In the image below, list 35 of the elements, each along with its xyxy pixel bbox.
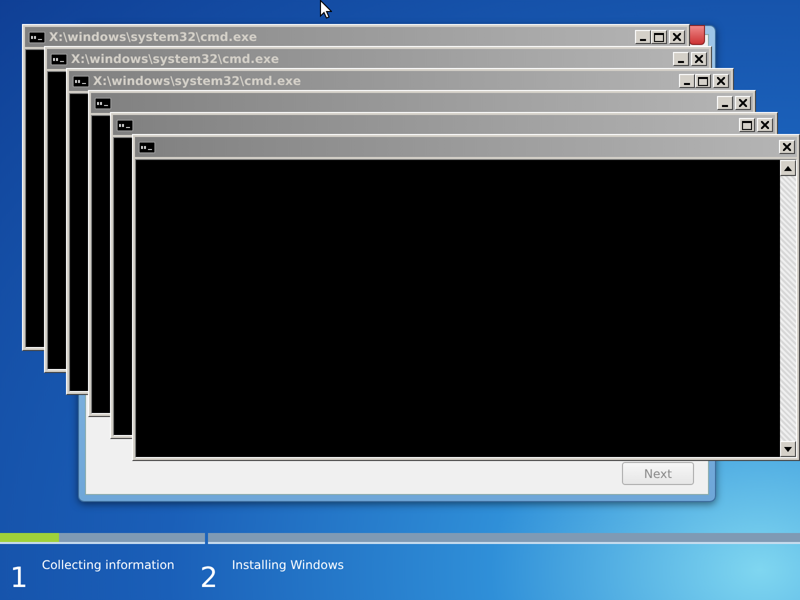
console-icon — [29, 32, 45, 42]
close-icon — [761, 121, 769, 129]
step-number: 2 — [200, 564, 218, 592]
console-icon — [139, 142, 155, 152]
close-icon — [673, 33, 681, 41]
maximize-icon — [654, 32, 664, 42]
scroll-down-button[interactable] — [780, 441, 796, 457]
window-title: X:\windows\system32\cmd.exe — [71, 52, 280, 66]
scrollbar[interactable] — [780, 160, 796, 457]
console-icon — [51, 54, 67, 64]
scroll-up-button[interactable] — [780, 160, 796, 176]
window-title: X:\windows\system32\cmd.exe — [49, 30, 258, 44]
console-icon — [95, 98, 111, 108]
maximize-button[interactable] — [651, 30, 667, 44]
minimize-button[interactable] — [717, 96, 733, 110]
window-title: X:\windows\system32\cmd.exe — [93, 74, 302, 88]
down-arrow-icon — [784, 446, 792, 452]
minimize-button[interactable] — [635, 30, 651, 44]
close-icon — [695, 55, 703, 63]
minimize-button[interactable] — [673, 52, 689, 66]
maximize-button[interactable] — [695, 74, 711, 88]
up-arrow-icon — [784, 166, 792, 170]
minimize-button[interactable] — [679, 74, 695, 88]
console-icon — [73, 76, 89, 86]
console-icon — [117, 120, 133, 130]
step-number: 1 — [10, 564, 28, 592]
close-icon — [717, 77, 725, 85]
maximize-icon — [698, 76, 708, 86]
close-icon — [739, 99, 747, 107]
maximize-icon — [742, 120, 752, 130]
step-label: Installing Windows — [232, 558, 344, 572]
close-icon — [783, 143, 791, 151]
step-label: Collecting information — [42, 558, 175, 572]
mouse-cursor-icon — [320, 0, 332, 19]
maximize-button[interactable] — [739, 118, 755, 132]
